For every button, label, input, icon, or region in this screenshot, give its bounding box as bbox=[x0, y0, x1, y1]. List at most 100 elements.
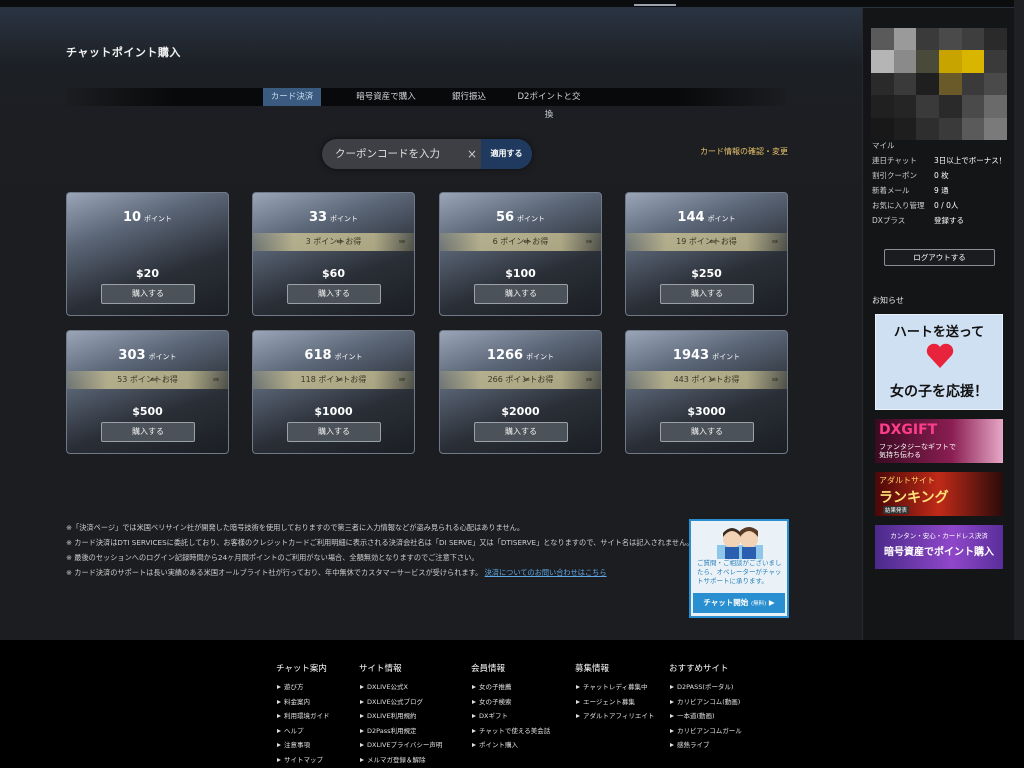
buy-button[interactable]: 購入する bbox=[474, 284, 568, 304]
footer-link[interactable]: エージェント募集 bbox=[575, 695, 654, 710]
footer-link[interactable]: 利用環境ガイド bbox=[276, 709, 330, 724]
footer-link[interactable]: DXギフト bbox=[471, 709, 550, 724]
footer-link[interactable]: D2Pass利用規定 bbox=[359, 724, 442, 739]
arrow-left-icon: ⇛ bbox=[771, 237, 779, 246]
package-card[interactable]: 10 ポイント $20 購入する bbox=[66, 192, 229, 316]
banner-dxgift[interactable]: DXGIFT ファンタジーなギフトで 気持ち伝わる bbox=[875, 419, 1003, 463]
footer-link[interactable]: カリビアンコムガール bbox=[669, 724, 742, 739]
buy-button[interactable]: 購入する bbox=[660, 284, 754, 304]
note-line: ※ カード決済はDTI SERVICESに委託しており、お客様のクレジットカード… bbox=[66, 538, 694, 547]
package-card[interactable]: 618 ポイント ⇚ 118 ポイントお得 ⇛ $1000 購入する bbox=[252, 330, 415, 454]
footer-column: チャット案内遊び方 料金案内 利用環境ガイド ヘルプ 注意事項 サイトマップ bbox=[276, 662, 330, 767]
bonus-ribbon: ⇚ 53 ポイントお得 ⇛ bbox=[67, 371, 228, 389]
footer-link[interactable]: サイトマップ bbox=[276, 753, 330, 768]
stat-favorites[interactable]: お気に入り管理 0 / 0人 bbox=[872, 198, 1012, 213]
footer-link[interactable]: メルマガ登録＆解除 bbox=[359, 753, 442, 768]
bonus-text: 443 ポイントお得 bbox=[673, 375, 740, 384]
footer-link[interactable]: 感熱ライブ bbox=[669, 738, 742, 753]
footer-link[interactable]: 女の子検索 bbox=[471, 695, 550, 710]
footer-column: 会員情報 女の子推薦 女の子検索 DXギフト チャットで使える美会話 ポイント購入 bbox=[471, 662, 550, 753]
stat-value: 3日以上でボーナス！ bbox=[934, 156, 1007, 165]
stat-coupons[interactable]: 割引クーポン 0 枚 bbox=[872, 168, 1012, 183]
package-card[interactable]: 1943 ポイント ⇚ 443 ポイントお得 ⇛ $3000 購入する bbox=[625, 330, 788, 454]
banner-crypto[interactable]: カンタン・安心・カードレス決済 暗号資産でポイント購入 bbox=[875, 525, 1003, 569]
footer-link[interactable]: 遊び方 bbox=[276, 680, 330, 695]
arrow-left-icon: ⇛ bbox=[585, 237, 593, 246]
package-card[interactable]: 144 ポイント ⇚ 19 ポイントお得 ⇛ $250 購入する bbox=[625, 192, 788, 316]
tab-d2-points[interactable]: D2ポイントと交換 bbox=[514, 88, 584, 120]
package-points: 1943 ポイント bbox=[672, 348, 741, 363]
footer-link[interactable]: DXLIVE公式X bbox=[359, 680, 442, 695]
stat-value: 登録する bbox=[934, 216, 964, 225]
footer-column: おすすめサイト D2PASS(ポータル) カリビアンコム(動画) 一本道(動画) カリビ… bbox=[669, 662, 742, 753]
bonus-text: 3 ポイントお得 bbox=[305, 237, 362, 246]
footer-link[interactable]: 一本道(動画) bbox=[669, 709, 742, 724]
active-nav-indicator bbox=[634, 4, 676, 6]
start-chat-button[interactable]: チャット開始 (無料) ▶ bbox=[693, 593, 785, 613]
package-points: 618 ポイント bbox=[304, 348, 363, 363]
footer-link[interactable]: チャットレディ募集中 bbox=[575, 680, 654, 695]
banner-heart-line1: ハートを送って bbox=[893, 325, 985, 340]
stat-value: 0 / 0人 bbox=[934, 201, 959, 210]
package-card[interactable]: 33 ポイント ⇚ 3 ポイントお得 ⇛ $60 購入する bbox=[252, 192, 415, 316]
package-points: 33 ポイント bbox=[308, 210, 359, 225]
footer-link[interactable]: 料金案内 bbox=[276, 695, 330, 710]
footer-link[interactable]: DXLIVE公式ブログ bbox=[359, 695, 442, 710]
chat-banner-text: ご質問・ご相談がございましたら、オペレーターがチャットサポートに承ります。 bbox=[697, 559, 782, 585]
payment-inquiry-link[interactable]: 決済についてのお問い合わせはこちら bbox=[485, 568, 607, 577]
footer-heading: サイト情報 bbox=[359, 664, 402, 674]
footer-column: 募集情報 チャットレディ募集中 エージェント募集 アダルトアフィリエイト bbox=[575, 662, 654, 724]
bonus-ribbon: ⇚ 266 ポイントお得 ⇛ bbox=[440, 371, 601, 389]
footer-link[interactable]: DXLIVE利用規約 bbox=[359, 709, 442, 724]
buy-button[interactable]: 購入する bbox=[287, 422, 381, 442]
coupon-input[interactable] bbox=[322, 139, 462, 169]
package-card[interactable]: 303 ポイント ⇚ 53 ポイントお得 ⇛ $500 購入する bbox=[66, 330, 229, 454]
banner-send-heart[interactable]: ハートを送って 女の子を応援！ bbox=[875, 314, 1003, 410]
footer-link[interactable]: カリビアンコム(動画) bbox=[669, 695, 742, 710]
page-title: チャットポイント購入 bbox=[66, 46, 181, 59]
operators-icon bbox=[717, 527, 763, 559]
stat-value: 0 枚 bbox=[934, 171, 949, 180]
footer-heading: チャット案内 bbox=[276, 664, 327, 674]
footer-link[interactable]: D2PASS(ポータル) bbox=[669, 680, 742, 695]
footer-link[interactable]: チャットで使える美会話 bbox=[471, 724, 550, 739]
banner-dxgift-line2: 気持ち伝わる bbox=[879, 451, 921, 459]
note-line: ※「決済ページ」では米国ベリサイン社が開発した暗号技術を使用しておりますので第三… bbox=[66, 523, 525, 532]
package-card[interactable]: 1266 ポイント ⇚ 266 ポイントお得 ⇛ $2000 購入する bbox=[439, 330, 602, 454]
package-price: $2000 bbox=[501, 405, 540, 418]
package-points: 56 ポイント bbox=[495, 210, 546, 225]
footer-link[interactable]: ヘルプ bbox=[276, 724, 330, 739]
footer-column: サイト情報 DXLIVE公式X DXLIVE公式ブログ DXLIVE利用規約 D2Pas… bbox=[359, 662, 442, 768]
buy-button[interactable]: 購入する bbox=[101, 422, 195, 442]
footer-link[interactable]: 注意事項 bbox=[276, 738, 330, 753]
logout-button[interactable]: ログアウトする bbox=[884, 249, 995, 266]
news-title: お知らせ bbox=[872, 296, 904, 305]
footer-link[interactable]: アダルトアフィリエイト bbox=[575, 709, 654, 724]
banner-ranking[interactable]: アダルトサイト ランキング 結果発表 bbox=[875, 472, 1003, 516]
chat-support-banner[interactable]: ご質問・ご相談がございましたら、オペレーターがチャットサポートに承ります。 チャ… bbox=[689, 519, 789, 618]
buy-button[interactable]: 購入する bbox=[660, 422, 754, 442]
footer-link[interactable]: 女の子推薦 bbox=[471, 680, 550, 695]
stat-daily-chat: 連日チャット 3日以上でボーナス！ bbox=[872, 153, 1012, 168]
buy-button[interactable]: 購入する bbox=[101, 284, 195, 304]
package-card[interactable]: 56 ポイント ⇚ 6 ポイントお得 ⇛ $100 購入する bbox=[439, 192, 602, 316]
apply-coupon-button[interactable]: 適用する bbox=[481, 139, 532, 169]
stat-dx-plus[interactable]: DXプラス 登録する bbox=[872, 213, 1012, 228]
tab-card-payment[interactable]: カード決済 bbox=[263, 88, 321, 106]
footer: チャット案内遊び方 料金案内 利用環境ガイド ヘルプ 注意事項 サイトマップ サイト情報 DX… bbox=[0, 640, 1024, 768]
tab-bank-transfer[interactable]: 銀行振込 bbox=[441, 88, 497, 106]
tab-crypto[interactable]: 暗号資産で購入 bbox=[346, 88, 426, 106]
footer-heading: おすすめサイト bbox=[669, 664, 729, 674]
buy-button[interactable]: 購入する bbox=[474, 422, 568, 442]
banner-dxgift-line1: ファンタジーなギフトで bbox=[879, 443, 956, 451]
footer-link[interactable]: DXLIVEプライバシー声明 bbox=[359, 738, 442, 753]
buy-button[interactable]: 購入する bbox=[287, 284, 381, 304]
footer-link[interactable]: ポイント購入 bbox=[471, 738, 550, 753]
bonus-ribbon: ⇚ 6 ポイントお得 ⇛ bbox=[440, 233, 601, 251]
banner-heart-line2: 女の子を応援！ bbox=[890, 384, 988, 400]
card-info-link[interactable]: カード情報の確認・変更 bbox=[700, 146, 788, 157]
clear-icon[interactable]: × bbox=[462, 139, 482, 169]
stat-new-mail[interactable]: 新着メール 9 通 bbox=[872, 183, 1012, 198]
package-points: 10 ポイント bbox=[122, 210, 173, 225]
arrow-left-icon: ⇛ bbox=[212, 375, 220, 384]
